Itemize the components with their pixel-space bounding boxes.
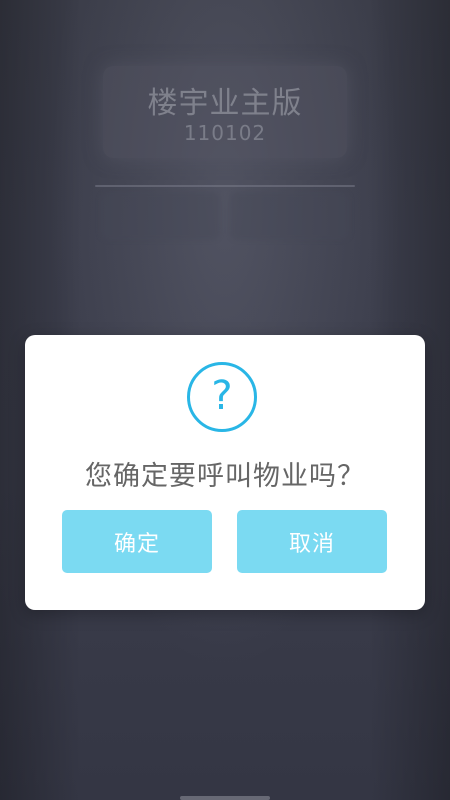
dialog-message: 您确定要呼叫物业吗？: [85, 461, 365, 492]
question-mark-glyph: ?: [211, 373, 233, 419]
cancel-button[interactable]: 取消: [237, 510, 387, 573]
confirm-button[interactable]: 确定: [62, 510, 212, 573]
modal-overlay: ? 您确定要呼叫物业吗？ 确定 取消: [0, 0, 450, 800]
question-circle-icon: ?: [187, 362, 257, 432]
home-indicator: [180, 796, 270, 800]
confirm-call-dialog: ? 您确定要呼叫物业吗？ 确定 取消: [25, 335, 425, 610]
